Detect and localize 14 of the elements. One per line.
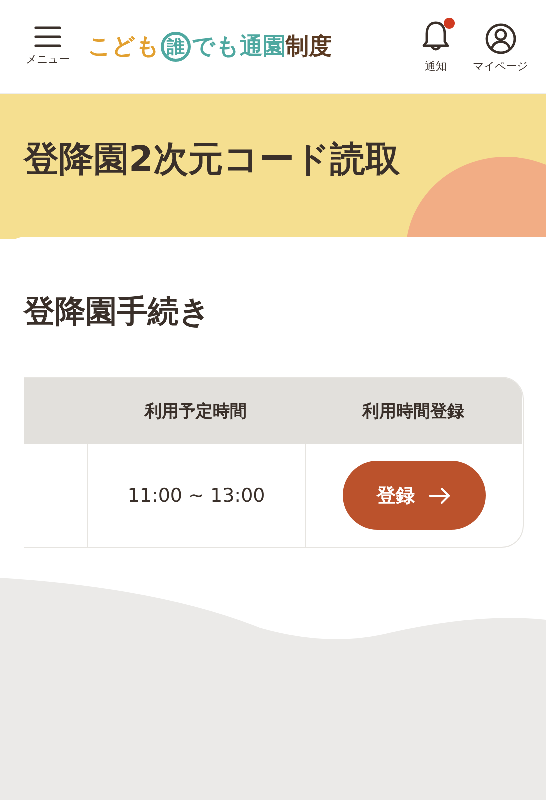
user-icon (484, 22, 516, 54)
notification-button[interactable]: 通知 (421, 20, 451, 74)
register-button[interactable]: 登録 (342, 461, 486, 530)
menu-button[interactable]: メニュー (26, 26, 70, 67)
time-cell: 11:00 ~ 13:00 (87, 444, 305, 547)
page-title: 登降園2次元コード読取 (24, 139, 400, 182)
column-header: 利用予定時間 (87, 378, 305, 444)
site-logo[interactable]: こども 誰 でも通園制度 (88, 31, 403, 62)
column-header: 利用時間登録 (305, 378, 522, 444)
arrow-icon (429, 488, 451, 504)
section-title: 登降園手続き (24, 293, 212, 332)
bell-icon (421, 20, 451, 52)
mypage-button[interactable]: マイページ (473, 22, 528, 74)
menu-icon (34, 26, 62, 48)
